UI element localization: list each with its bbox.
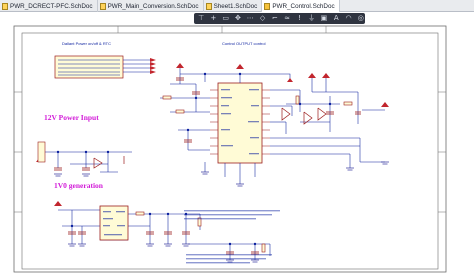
section-heading-1v0: 1V0 generation xyxy=(54,181,103,190)
section-heading-12v-input: 12V Power Input xyxy=(44,113,99,122)
port-icon[interactable]: ◇ xyxy=(258,14,266,23)
text-icon[interactable]: A xyxy=(332,14,340,23)
regulator-ic[interactable] xyxy=(99,205,129,241)
bus-icon[interactable]: ≈ xyxy=(283,14,291,23)
rtc-block[interactable] xyxy=(54,55,156,79)
schematic-document-icon xyxy=(205,2,212,10)
schematic-sheet[interactable]: Dallant Power on/off & RTC Control OUTPU… xyxy=(0,12,474,275)
highlight-icon[interactable]: ◎ xyxy=(357,14,365,23)
tab-label: PWR_Control.SchDoc xyxy=(272,2,335,10)
filter-icon[interactable]: ⊤ xyxy=(197,14,205,23)
design-notes xyxy=(184,210,280,264)
document-tab-bar: PWR_DCRECT-PFC.SchDoc PWR_Main_Conversio… xyxy=(0,0,474,12)
tab-label: Sheet1.SchDoc xyxy=(213,2,258,10)
place-part-icon[interactable]: ▣ xyxy=(320,14,328,23)
add-icon[interactable]: + xyxy=(209,14,217,23)
move-icon[interactable]: ✥ xyxy=(234,14,242,23)
controller-ic[interactable] xyxy=(210,82,270,164)
tab-pwr-control[interactable]: PWR_Control.SchDoc xyxy=(262,0,340,12)
schematic-document-icon xyxy=(99,2,106,10)
schematic-canvas[interactable] xyxy=(0,12,474,275)
rtc-block-title: Dallant Power on/off & RTC xyxy=(62,41,111,46)
rectangle-select-icon[interactable]: ▭ xyxy=(222,14,230,23)
align-icon[interactable]: ⋯ xyxy=(246,14,254,23)
wire-icon[interactable]: ⌐ xyxy=(271,14,279,23)
control-block-title: Control OUTPUT control xyxy=(222,41,266,46)
power-port-icon[interactable]: ⏚ xyxy=(308,14,316,23)
wiring xyxy=(44,68,385,260)
schematic-document-icon xyxy=(264,2,271,10)
schematic-document-icon xyxy=(2,2,8,10)
arc-icon[interactable]: ◠ xyxy=(344,14,352,23)
input-connector[interactable] xyxy=(37,141,46,163)
net-label-icon[interactable]: ǃ xyxy=(295,14,303,23)
tab-label: PWR_Main_Conversion.SchDoc xyxy=(107,2,199,10)
tab-label: PWR_DCRECT-PFC.SchDoc xyxy=(10,2,93,10)
active-bar-toolbar: ⊤ + ▭ ✥ ⋯ ◇ ⌐ ≈ ǃ ⏚ ▣ A ◠ ◎ xyxy=(194,13,365,24)
tab-sheet1[interactable]: Sheet1.SchDoc xyxy=(204,0,263,12)
tab-pwr-main-conversion[interactable]: PWR_Main_Conversion.SchDoc xyxy=(98,0,204,12)
tab-pwr-dcrect-pfc[interactable]: PWR_DCRECT-PFC.SchDoc xyxy=(0,0,98,12)
